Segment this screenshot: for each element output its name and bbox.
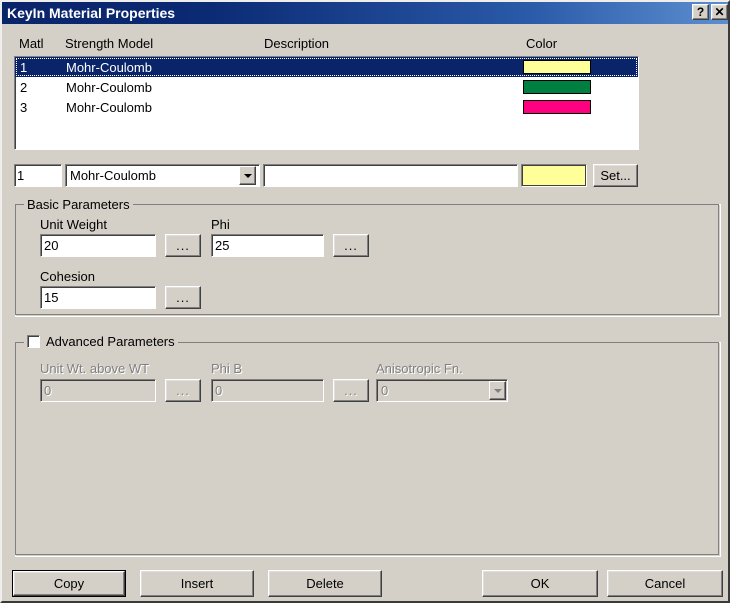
unit-weight-browse-button[interactable]: ... xyxy=(165,234,201,257)
advanced-parameters-legend-wrap[interactable]: Advanced Parameters xyxy=(24,334,178,349)
list-column-headers: Matl Strength Model Description Color xyxy=(2,36,728,54)
color-swatch-fill xyxy=(522,165,586,186)
copy-button[interactable]: Copy xyxy=(12,570,126,597)
column-header-matl: Matl xyxy=(19,36,44,51)
cancel-button[interactable]: Cancel xyxy=(607,570,723,597)
basic-parameters-legend: Basic Parameters xyxy=(24,197,133,212)
column-header-description: Description xyxy=(264,36,330,51)
material-list[interactable]: 1 Mohr-Coulomb 2 Mohr-Coulomb 3 Mohr-Cou… xyxy=(14,56,639,150)
copy-button-label: Copy xyxy=(13,571,125,596)
row-model: Mohr-Coulomb xyxy=(66,79,152,95)
row-matl: 3 xyxy=(20,99,28,115)
row-color-swatch xyxy=(523,60,591,74)
advanced-parameters-legend: Advanced Parameters xyxy=(46,334,175,349)
color-swatch-preview[interactable] xyxy=(521,164,587,187)
table-row[interactable]: 1 Mohr-Coulomb xyxy=(15,57,638,77)
chevron-down-icon[interactable] xyxy=(239,166,256,185)
help-button[interactable]: ? xyxy=(692,4,709,20)
phi-browse-button[interactable]: ... xyxy=(333,234,369,257)
advanced-parameters-group: Advanced Parameters Unit Wt. above WT 0 … xyxy=(15,334,721,557)
unit-weight-label: Unit Weight xyxy=(40,217,107,232)
table-row[interactable]: 2 Mohr-Coulomb xyxy=(15,77,638,97)
phi-b-label: Phi B xyxy=(211,361,243,376)
basic-parameters-group: Basic Parameters Unit Weight 20 ... Phi … xyxy=(15,197,721,317)
ok-button[interactable]: OK xyxy=(482,570,598,597)
cohesion-input[interactable]: 15 xyxy=(40,286,156,309)
strength-model-value: Mohr-Coulomb xyxy=(70,168,156,183)
keyin-material-properties-dialog: KeyIn Material Properties ? ✕ Matl Stren… xyxy=(0,0,730,603)
insert-button[interactable]: Insert xyxy=(140,570,254,597)
cohesion-label: Cohesion xyxy=(40,269,95,284)
set-color-button[interactable]: Set... xyxy=(593,164,638,187)
phi-b-browse-button[interactable]: ... xyxy=(333,379,369,402)
title-bar-buttons: ? ✕ xyxy=(692,4,728,20)
window-title: KeyIn Material Properties xyxy=(7,5,176,21)
cohesion-browse-button[interactable]: ... xyxy=(165,286,201,309)
title-bar[interactable]: KeyIn Material Properties ? ✕ xyxy=(2,2,728,24)
phi-input[interactable]: 25 xyxy=(211,234,324,257)
advanced-parameters-checkbox[interactable] xyxy=(27,335,40,348)
unit-wt-above-wt-browse-button[interactable]: ... xyxy=(165,379,201,402)
row-color-swatch xyxy=(523,100,591,114)
row-color-swatch xyxy=(523,80,591,94)
matl-number-input[interactable]: 1 xyxy=(14,164,62,187)
column-header-color: Color xyxy=(526,36,558,51)
strength-model-combobox[interactable]: Mohr-Coulomb xyxy=(65,164,260,187)
unit-wt-above-wt-label: Unit Wt. above WT xyxy=(40,361,150,376)
description-input[interactable] xyxy=(263,164,518,187)
row-model: Mohr-Coulomb xyxy=(66,99,152,115)
row-matl: 1 xyxy=(20,59,28,75)
delete-button[interactable]: Delete xyxy=(268,570,382,597)
row-matl: 2 xyxy=(20,79,28,95)
anisotropic-fn-value: 0 xyxy=(381,383,389,398)
column-header-strength-model: Strength Model xyxy=(65,36,154,51)
row-model: Mohr-Coulomb xyxy=(66,59,152,75)
unit-weight-input[interactable]: 20 xyxy=(40,234,156,257)
unit-wt-above-wt-input[interactable]: 0 xyxy=(40,379,156,402)
phi-b-input[interactable]: 0 xyxy=(211,379,324,402)
phi-label: Phi xyxy=(211,217,230,232)
chevron-down-icon[interactable] xyxy=(489,381,506,400)
anisotropic-fn-combobox[interactable]: 0 xyxy=(376,379,508,402)
anisotropic-fn-label: Anisotropic Fn. xyxy=(376,361,463,376)
table-row[interactable]: 3 Mohr-Coulomb xyxy=(15,97,638,117)
close-button[interactable]: ✕ xyxy=(711,4,728,20)
